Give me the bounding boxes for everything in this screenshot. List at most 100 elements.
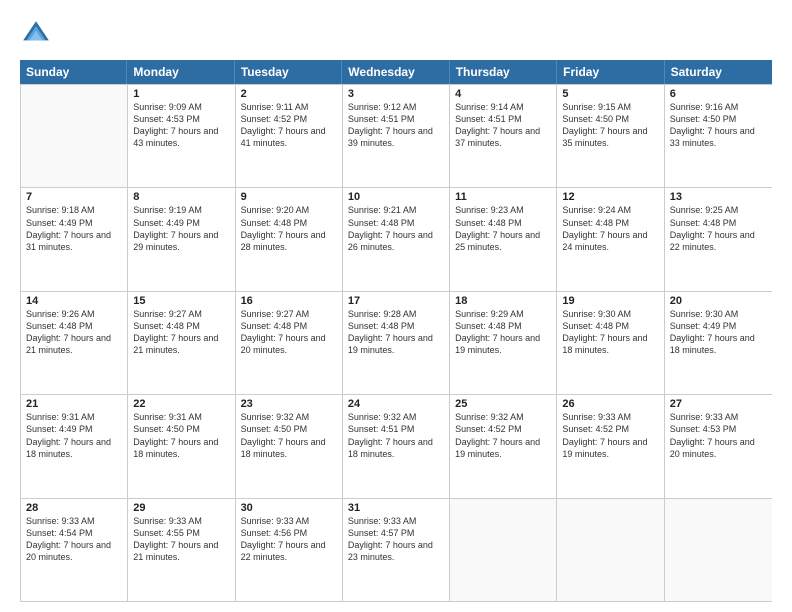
cell-info: Sunrise: 9:33 AM Sunset: 4:53 PM Dayligh… — [670, 411, 767, 460]
cell-info: Sunrise: 9:33 AM Sunset: 4:56 PM Dayligh… — [241, 515, 337, 564]
day-number: 13 — [670, 191, 767, 203]
day-number: 9 — [241, 191, 337, 203]
cell-info: Sunrise: 9:24 AM Sunset: 4:48 PM Dayligh… — [562, 204, 658, 253]
calendar-cell — [21, 85, 128, 187]
calendar-cell: 19Sunrise: 9:30 AM Sunset: 4:48 PM Dayli… — [557, 292, 664, 394]
day-number: 21 — [26, 398, 122, 410]
calendar-cell: 26Sunrise: 9:33 AM Sunset: 4:52 PM Dayli… — [557, 395, 664, 497]
cell-info: Sunrise: 9:27 AM Sunset: 4:48 PM Dayligh… — [133, 308, 229, 357]
week-row-1: 1Sunrise: 9:09 AM Sunset: 4:53 PM Daylig… — [21, 84, 772, 187]
day-number: 11 — [455, 191, 551, 203]
header-monday: Monday — [127, 60, 234, 84]
calendar-cell: 25Sunrise: 9:32 AM Sunset: 4:52 PM Dayli… — [450, 395, 557, 497]
cell-info: Sunrise: 9:32 AM Sunset: 4:50 PM Dayligh… — [241, 411, 337, 460]
day-number: 20 — [670, 295, 767, 307]
day-number: 2 — [241, 88, 337, 100]
calendar-cell: 28Sunrise: 9:33 AM Sunset: 4:54 PM Dayli… — [21, 499, 128, 601]
logo-icon — [20, 18, 52, 50]
calendar-cell: 8Sunrise: 9:19 AM Sunset: 4:49 PM Daylig… — [128, 188, 235, 290]
calendar-cell: 17Sunrise: 9:28 AM Sunset: 4:48 PM Dayli… — [343, 292, 450, 394]
day-number: 30 — [241, 502, 337, 514]
day-number: 29 — [133, 502, 229, 514]
cell-info: Sunrise: 9:33 AM Sunset: 4:57 PM Dayligh… — [348, 515, 444, 564]
calendar-cell — [450, 499, 557, 601]
cell-info: Sunrise: 9:20 AM Sunset: 4:48 PM Dayligh… — [241, 204, 337, 253]
logo — [20, 18, 58, 50]
cell-info: Sunrise: 9:26 AM Sunset: 4:48 PM Dayligh… — [26, 308, 122, 357]
calendar: SundayMondayTuesdayWednesdayThursdayFrid… — [20, 60, 772, 602]
day-number: 3 — [348, 88, 444, 100]
calendar-cell: 20Sunrise: 9:30 AM Sunset: 4:49 PM Dayli… — [665, 292, 772, 394]
cell-info: Sunrise: 9:33 AM Sunset: 4:55 PM Dayligh… — [133, 515, 229, 564]
page: SundayMondayTuesdayWednesdayThursdayFrid… — [0, 0, 792, 612]
day-number: 1 — [133, 88, 229, 100]
calendar-cell: 13Sunrise: 9:25 AM Sunset: 4:48 PM Dayli… — [665, 188, 772, 290]
calendar-cell: 3Sunrise: 9:12 AM Sunset: 4:51 PM Daylig… — [343, 85, 450, 187]
cell-info: Sunrise: 9:33 AM Sunset: 4:54 PM Dayligh… — [26, 515, 122, 564]
calendar-cell: 16Sunrise: 9:27 AM Sunset: 4:48 PM Dayli… — [236, 292, 343, 394]
calendar-cell: 30Sunrise: 9:33 AM Sunset: 4:56 PM Dayli… — [236, 499, 343, 601]
cell-info: Sunrise: 9:32 AM Sunset: 4:52 PM Dayligh… — [455, 411, 551, 460]
calendar-cell: 11Sunrise: 9:23 AM Sunset: 4:48 PM Dayli… — [450, 188, 557, 290]
calendar-cell: 2Sunrise: 9:11 AM Sunset: 4:52 PM Daylig… — [236, 85, 343, 187]
cell-info: Sunrise: 9:31 AM Sunset: 4:50 PM Dayligh… — [133, 411, 229, 460]
cell-info: Sunrise: 9:14 AM Sunset: 4:51 PM Dayligh… — [455, 101, 551, 150]
day-number: 23 — [241, 398, 337, 410]
calendar-cell: 7Sunrise: 9:18 AM Sunset: 4:49 PM Daylig… — [21, 188, 128, 290]
cell-info: Sunrise: 9:11 AM Sunset: 4:52 PM Dayligh… — [241, 101, 337, 150]
calendar-cell: 5Sunrise: 9:15 AM Sunset: 4:50 PM Daylig… — [557, 85, 664, 187]
cell-info: Sunrise: 9:16 AM Sunset: 4:50 PM Dayligh… — [670, 101, 767, 150]
cell-info: Sunrise: 9:29 AM Sunset: 4:48 PM Dayligh… — [455, 308, 551, 357]
calendar-header: SundayMondayTuesdayWednesdayThursdayFrid… — [20, 60, 772, 84]
header-sunday: Sunday — [20, 60, 127, 84]
calendar-cell — [557, 499, 664, 601]
day-number: 28 — [26, 502, 122, 514]
calendar-cell: 9Sunrise: 9:20 AM Sunset: 4:48 PM Daylig… — [236, 188, 343, 290]
calendar-cell: 15Sunrise: 9:27 AM Sunset: 4:48 PM Dayli… — [128, 292, 235, 394]
cell-info: Sunrise: 9:27 AM Sunset: 4:48 PM Dayligh… — [241, 308, 337, 357]
calendar-cell: 31Sunrise: 9:33 AM Sunset: 4:57 PM Dayli… — [343, 499, 450, 601]
header-thursday: Thursday — [450, 60, 557, 84]
day-number: 25 — [455, 398, 551, 410]
week-row-5: 28Sunrise: 9:33 AM Sunset: 4:54 PM Dayli… — [21, 498, 772, 601]
day-number: 26 — [562, 398, 658, 410]
cell-info: Sunrise: 9:09 AM Sunset: 4:53 PM Dayligh… — [133, 101, 229, 150]
calendar-cell: 22Sunrise: 9:31 AM Sunset: 4:50 PM Dayli… — [128, 395, 235, 497]
calendar-cell: 21Sunrise: 9:31 AM Sunset: 4:49 PM Dayli… — [21, 395, 128, 497]
day-number: 22 — [133, 398, 229, 410]
header-friday: Friday — [557, 60, 664, 84]
calendar-cell: 14Sunrise: 9:26 AM Sunset: 4:48 PM Dayli… — [21, 292, 128, 394]
calendar-cell: 1Sunrise: 9:09 AM Sunset: 4:53 PM Daylig… — [128, 85, 235, 187]
day-number: 24 — [348, 398, 444, 410]
cell-info: Sunrise: 9:19 AM Sunset: 4:49 PM Dayligh… — [133, 204, 229, 253]
top-section — [20, 18, 772, 50]
header-tuesday: Tuesday — [235, 60, 342, 84]
calendar-cell: 10Sunrise: 9:21 AM Sunset: 4:48 PM Dayli… — [343, 188, 450, 290]
day-number: 6 — [670, 88, 767, 100]
calendar-cell: 4Sunrise: 9:14 AM Sunset: 4:51 PM Daylig… — [450, 85, 557, 187]
day-number: 18 — [455, 295, 551, 307]
calendar-body: 1Sunrise: 9:09 AM Sunset: 4:53 PM Daylig… — [20, 84, 772, 602]
week-row-4: 21Sunrise: 9:31 AM Sunset: 4:49 PM Dayli… — [21, 394, 772, 497]
day-number: 31 — [348, 502, 444, 514]
calendar-cell — [665, 499, 772, 601]
cell-info: Sunrise: 9:30 AM Sunset: 4:48 PM Dayligh… — [562, 308, 658, 357]
day-number: 27 — [670, 398, 767, 410]
header-saturday: Saturday — [665, 60, 772, 84]
calendar-cell: 27Sunrise: 9:33 AM Sunset: 4:53 PM Dayli… — [665, 395, 772, 497]
day-number: 7 — [26, 191, 122, 203]
day-number: 12 — [562, 191, 658, 203]
day-number: 5 — [562, 88, 658, 100]
week-row-2: 7Sunrise: 9:18 AM Sunset: 4:49 PM Daylig… — [21, 187, 772, 290]
cell-info: Sunrise: 9:18 AM Sunset: 4:49 PM Dayligh… — [26, 204, 122, 253]
day-number: 8 — [133, 191, 229, 203]
day-number: 19 — [562, 295, 658, 307]
day-number: 15 — [133, 295, 229, 307]
calendar-cell: 23Sunrise: 9:32 AM Sunset: 4:50 PM Dayli… — [236, 395, 343, 497]
day-number: 17 — [348, 295, 444, 307]
day-number: 16 — [241, 295, 337, 307]
cell-info: Sunrise: 9:12 AM Sunset: 4:51 PM Dayligh… — [348, 101, 444, 150]
cell-info: Sunrise: 9:25 AM Sunset: 4:48 PM Dayligh… — [670, 204, 767, 253]
cell-info: Sunrise: 9:21 AM Sunset: 4:48 PM Dayligh… — [348, 204, 444, 253]
calendar-cell: 18Sunrise: 9:29 AM Sunset: 4:48 PM Dayli… — [450, 292, 557, 394]
